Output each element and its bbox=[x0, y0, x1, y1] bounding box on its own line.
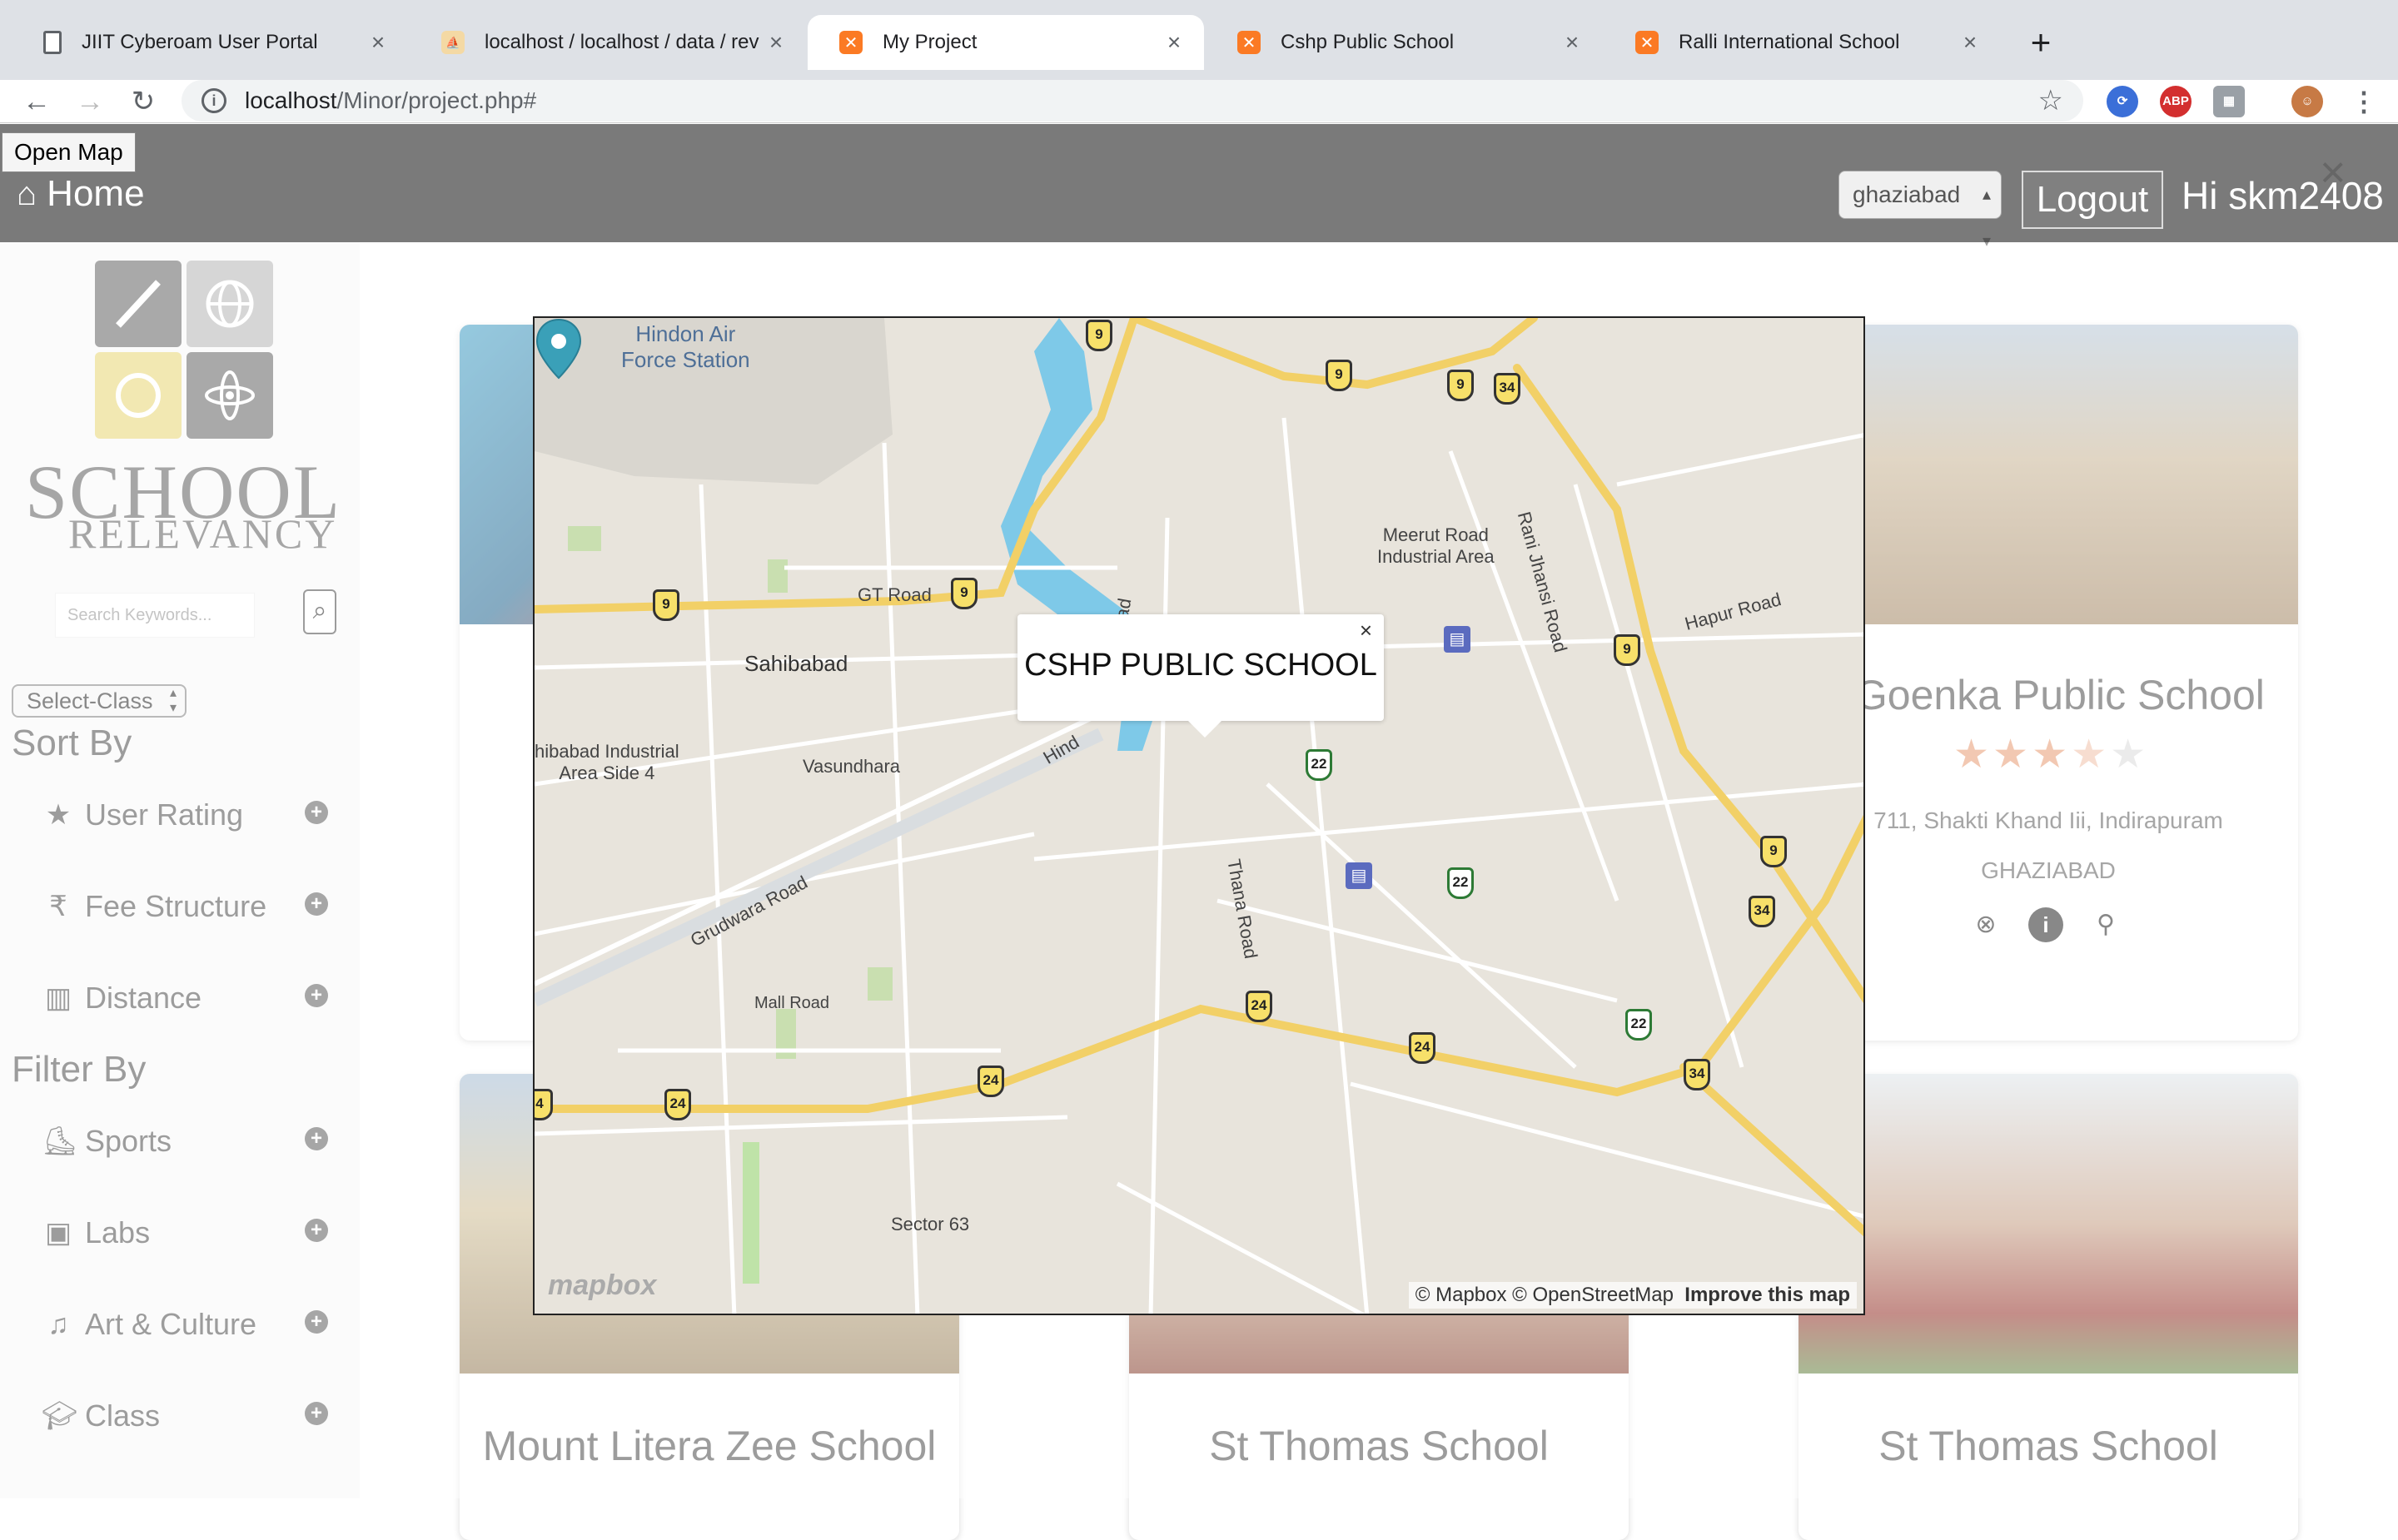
forward-icon[interactable]: → bbox=[72, 83, 108, 120]
tab-close-icon[interactable]: × bbox=[1559, 29, 1585, 56]
open-map-button[interactable]: Open Map bbox=[2, 132, 136, 172]
address-bar[interactable]: i localhost/Minor/project.php# ☆ bbox=[182, 80, 2083, 122]
bookmark-star-icon[interactable]: ☆ bbox=[2038, 84, 2063, 117]
tab-close-icon[interactable]: × bbox=[763, 29, 789, 56]
attribution-text[interactable]: © Mapbox © OpenStreetMap bbox=[1415, 1284, 1674, 1306]
popup-title: CSHP PUBLIC SCHOOL bbox=[1024, 648, 1377, 683]
highway-shield: 9 bbox=[1614, 634, 1640, 666]
map-label: Hindon Air Force Station bbox=[621, 321, 750, 372]
xampp-icon: ✕ bbox=[1237, 31, 1261, 54]
map-label: Meerut Road Industrial Area bbox=[1377, 524, 1495, 567]
mapbox-logo[interactable]: mapbox bbox=[548, 1269, 656, 1302]
phpmyadmin-icon: ⛵ bbox=[441, 31, 465, 54]
highway-shield: 24 bbox=[1409, 1032, 1435, 1064]
url-path: /Minor/project.php# bbox=[336, 87, 537, 113]
highway-shield: 4 bbox=[535, 1089, 553, 1120]
tab-jiit-portal[interactable]: JIIT Cyberoam User Portal × bbox=[12, 15, 408, 70]
browser-toolbar: ← → ↻ i localhost/Minor/project.php# ☆ ⟳… bbox=[0, 80, 2398, 123]
highway-shield: 9 bbox=[1326, 360, 1352, 391]
map-label: Mall Road bbox=[754, 994, 830, 1012]
map-label: Vasundhara bbox=[803, 756, 901, 777]
tab-title: My Project bbox=[883, 31, 978, 53]
tab-title: Cshp Public School bbox=[1281, 31, 1455, 53]
highway-shield: 9 bbox=[1447, 370, 1474, 401]
map-attribution: © Mapbox © OpenStreetMap Improve this ma… bbox=[1408, 1282, 1857, 1309]
url-text[interactable]: localhost/Minor/project.php# bbox=[245, 87, 2038, 114]
map-label: GT Road bbox=[858, 584, 932, 605]
xampp-icon: ✕ bbox=[839, 31, 863, 54]
highway-shield: 22 bbox=[1447, 867, 1474, 899]
tab-title: localhost / localhost / data / rev bbox=[485, 31, 759, 53]
location-marker-icon[interactable] bbox=[535, 318, 583, 381]
home-link[interactable]: ⌂ Home bbox=[17, 173, 145, 215]
highway-shield: 9 bbox=[653, 589, 679, 621]
extension-icon[interactable]: ▦ bbox=[2213, 86, 2245, 117]
home-label: Home bbox=[47, 173, 145, 214]
map-label: Sahibabad bbox=[744, 651, 848, 676]
logout-button[interactable]: Logout bbox=[2022, 171, 2163, 229]
url-host: localhost bbox=[245, 87, 337, 113]
reload-icon[interactable]: ↻ bbox=[125, 83, 162, 120]
city-select-value: ghaziabad bbox=[1853, 181, 1961, 207]
highway-shield: 34 bbox=[1749, 896, 1775, 927]
map-popup: × CSHP PUBLIC SCHOOL bbox=[1017, 614, 1384, 738]
map-label: hibabad Industrial Area Side 4 bbox=[535, 741, 679, 783]
bus-station-icon: ▤ bbox=[1346, 862, 1372, 889]
highway-shield: 24 bbox=[978, 1066, 1004, 1097]
improve-map-link[interactable]: Improve this map bbox=[1684, 1284, 1850, 1306]
highway-shield: 24 bbox=[664, 1089, 691, 1120]
highway-shield: 34 bbox=[1494, 373, 1520, 405]
sync-icon[interactable]: ⟳ bbox=[2107, 86, 2138, 117]
map-modal[interactable]: Hindon Air Force Station GT Road Sahibaba… bbox=[533, 316, 1865, 1315]
tab-title: Ralli International School bbox=[1679, 31, 1900, 53]
tab-close-icon[interactable]: × bbox=[1957, 29, 1983, 56]
tab-close-icon[interactable]: × bbox=[365, 29, 391, 56]
tab-cshp-public-school[interactable]: ✕ Cshp Public School × bbox=[1206, 15, 1602, 70]
highway-shield: 22 bbox=[1625, 1009, 1652, 1041]
xampp-icon: ✕ bbox=[1635, 31, 1659, 54]
back-icon[interactable]: ← bbox=[18, 83, 55, 120]
document-icon bbox=[43, 31, 62, 54]
tab-my-project[interactable]: ✕ My Project × bbox=[808, 15, 1204, 70]
highway-shield: 9 bbox=[951, 578, 978, 609]
tab-title: JIIT Cyberoam User Portal bbox=[82, 31, 318, 53]
city-select[interactable]: ghaziabad ▴ ▾ bbox=[1838, 171, 2002, 251]
bus-station-icon: ▤ bbox=[1444, 626, 1470, 653]
highway-shield: 22 bbox=[1306, 749, 1332, 781]
profile-avatar[interactable]: ☺ bbox=[2291, 86, 2323, 117]
tab-close-icon[interactable]: × bbox=[1161, 29, 1187, 56]
tab-phpmyadmin[interactable]: ⛵ localhost / localhost / data / rev × bbox=[410, 15, 806, 70]
highway-shield: 34 bbox=[1684, 1059, 1710, 1090]
user-greeting: Hi skm2408 bbox=[2182, 174, 2384, 217]
browser-tab-bar: JIIT Cyberoam User Portal × ⛵ localhost … bbox=[0, 0, 2398, 80]
popup-close-icon[interactable]: × bbox=[1360, 618, 1372, 643]
adblock-icon[interactable]: ABP bbox=[2160, 86, 2192, 117]
map-label: Sector 63 bbox=[891, 1214, 970, 1234]
menu-kebab-icon[interactable]: ⋮ bbox=[2348, 86, 2380, 117]
highway-shield: 9 bbox=[1760, 836, 1787, 867]
map-canvas[interactable] bbox=[535, 318, 1865, 1315]
highway-shield: 9 bbox=[1086, 320, 1112, 351]
tab-ralli-international[interactable]: ✕ Ralli International School × bbox=[1604, 15, 2000, 70]
new-tab-button[interactable]: + bbox=[2020, 22, 2062, 64]
highway-shield: 24 bbox=[1246, 991, 1272, 1022]
home-icon: ⌂ bbox=[17, 175, 37, 212]
info-icon[interactable]: i bbox=[201, 88, 226, 113]
